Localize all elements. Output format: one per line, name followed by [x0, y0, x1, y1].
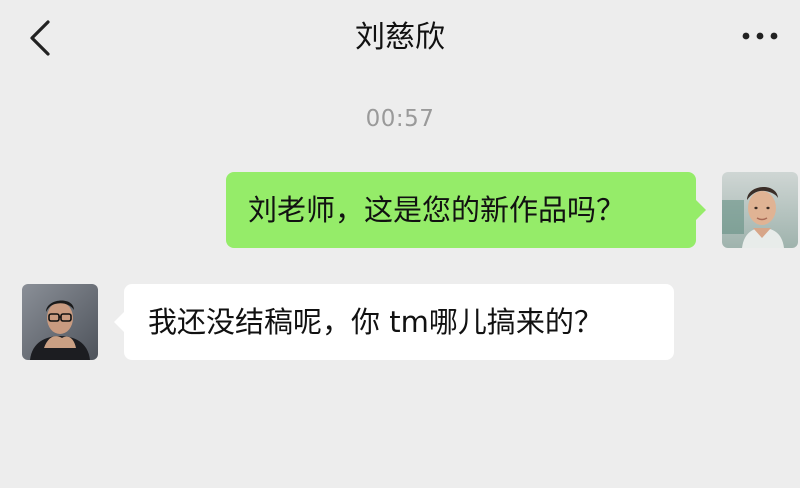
incoming-message-bubble[interactable]: 我还没结稿呢，你 tm哪儿搞来的？	[114, 284, 674, 360]
message-timestamp: 00:57	[365, 106, 435, 132]
self-avatar-image	[722, 172, 798, 248]
chat-screen: 刘慈欣 00:57 刘老师，这是您的新作品吗？ 我还没结稿呢，你 tm哪儿搞来的…	[0, 0, 800, 488]
outgoing-message-bubble[interactable]: 刘老师，这是您的新作品吗？	[226, 172, 706, 248]
outgoing-message-text: 刘老师，这是您的新作品吗？	[248, 193, 626, 227]
contact-avatar-image	[22, 284, 98, 360]
contact-avatar[interactable]	[22, 284, 98, 360]
incoming-message-text: 我还没结稿呢，你 tm哪儿搞来的？	[148, 305, 603, 339]
self-avatar[interactable]	[722, 172, 798, 248]
more-options-button[interactable]	[740, 24, 780, 48]
chat-title: 刘慈欣	[355, 20, 445, 55]
ellipsis-icon	[742, 32, 778, 40]
